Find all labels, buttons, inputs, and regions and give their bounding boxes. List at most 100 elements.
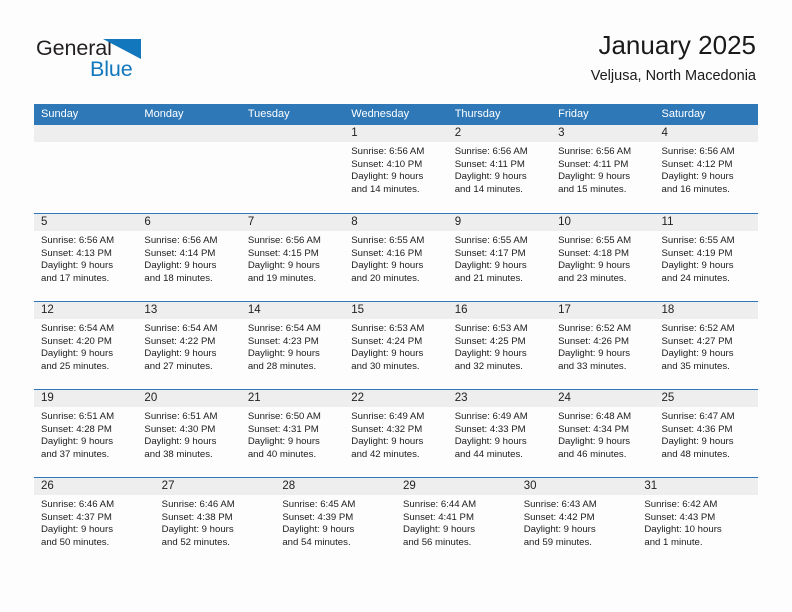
day-info-line: Daylight: 9 hours bbox=[351, 436, 424, 448]
calendar-day-cell[interactable]: 11 Sunrise: 6:55 AM Sunset: 4:19 PM Dayligh… bbox=[654, 214, 758, 301]
day-sun-info: Sunrise: 6:46 AM Sunset: 4:38 PM Daylight:… bbox=[155, 495, 276, 549]
day-number: 5 bbox=[34, 214, 138, 231]
weekday-header-monday: Monday bbox=[144, 108, 184, 120]
day-info-line: Daylight: 9 hours bbox=[661, 260, 734, 272]
calendar-day-cell[interactable]: 12 Sunrise: 6:54 AM Sunset: 4:20 PM Dayligh… bbox=[34, 302, 138, 389]
calendar-day-cell-empty bbox=[240, 125, 345, 213]
day-info-line: Sunrise: 6:56 AM bbox=[454, 146, 528, 157]
calendar-day-cell[interactable]: 17 Sunrise: 6:52 AM Sunset: 4:26 PM Dayligh… bbox=[551, 302, 655, 389]
day-info-line: Daylight: 9 hours bbox=[558, 260, 631, 272]
day-number: 31 bbox=[637, 478, 759, 495]
day-number: 26 bbox=[34, 478, 155, 495]
calendar-day-cell[interactable]: 30 Sunrise: 6:43 AM Sunset: 4:42 PM Dayligh… bbox=[516, 478, 638, 565]
day-sun-info: Sunrise: 6:56 AM Sunset: 4:11 PM Daylight:… bbox=[448, 142, 551, 196]
day-info-line: and 14 minutes. bbox=[351, 183, 420, 195]
day-sun-info: Sunrise: 6:55 AM Sunset: 4:17 PM Daylight:… bbox=[448, 231, 551, 285]
day-info-line: and 15 minutes. bbox=[558, 183, 627, 195]
calendar-day-cell[interactable]: 14 Sunrise: 6:54 AM Sunset: 4:23 PM Dayligh… bbox=[240, 302, 345, 389]
calendar-day-cell[interactable]: 25 Sunrise: 6:47 AM Sunset: 4:36 PM Dayligh… bbox=[654, 390, 758, 477]
day-info-line: Sunset: 4:10 PM bbox=[351, 158, 423, 170]
day-info-line: Sunset: 4:24 PM bbox=[351, 335, 423, 347]
day-info-line: Sunrise: 6:42 AM bbox=[644, 499, 718, 510]
calendar-day-cell[interactable]: 31 Sunrise: 6:42 AM Sunset: 4:43 PM Dayligh… bbox=[637, 478, 759, 565]
day-sun-info: Sunrise: 6:52 AM Sunset: 4:26 PM Daylight:… bbox=[551, 319, 654, 373]
day-info-line: and 40 minutes. bbox=[247, 448, 317, 460]
day-info-line: Sunrise: 6:53 AM bbox=[454, 323, 528, 334]
calendar-day-cell[interactable]: 8 Sunrise: 6:55 AM Sunset: 4:16 PM Daylight… bbox=[344, 214, 448, 301]
day-number: 10 bbox=[551, 214, 655, 231]
day-info-line: and 56 minutes. bbox=[403, 536, 472, 548]
calendar-day-cell[interactable]: 7 Sunrise: 6:56 AM Sunset: 4:15 PM Daylight… bbox=[240, 214, 345, 301]
calendar-day-cell[interactable]: 27 Sunrise: 6:46 AM Sunset: 4:38 PM Dayligh… bbox=[154, 478, 276, 565]
page-title: January 2025 bbox=[598, 30, 756, 60]
day-info-line: Sunrise: 6:56 AM bbox=[247, 235, 321, 246]
day-info-line: Sunrise: 6:44 AM bbox=[403, 499, 477, 510]
day-number bbox=[240, 125, 345, 142]
weekday-header-tuesday: Tuesday bbox=[247, 108, 290, 120]
day-sun-info: Sunrise: 6:55 AM Sunset: 4:16 PM Daylight:… bbox=[344, 231, 447, 285]
day-info-line: Sunrise: 6:55 AM bbox=[351, 235, 425, 246]
day-sun-info: Sunrise: 6:44 AM Sunset: 4:41 PM Daylight:… bbox=[396, 495, 517, 549]
day-sun-info: Sunrise: 6:48 AM Sunset: 4:34 PM Daylight:… bbox=[551, 407, 654, 461]
day-info-line: Sunset: 4:16 PM bbox=[351, 247, 423, 259]
day-info-line: Sunrise: 6:46 AM bbox=[41, 499, 115, 510]
calendar-day-cell[interactable]: 18 Sunrise: 6:52 AM Sunset: 4:27 PM Dayligh… bbox=[654, 302, 758, 389]
day-info-line: and 30 minutes. bbox=[351, 360, 420, 372]
day-info-line: and 21 minutes. bbox=[454, 272, 523, 284]
calendar-day-cell[interactable]: 24 Sunrise: 6:48 AM Sunset: 4:34 PM Dayligh… bbox=[551, 390, 655, 477]
calendar-day-cell[interactable]: 22 Sunrise: 6:49 AM Sunset: 4:32 PM Dayligh… bbox=[344, 390, 448, 477]
day-sun-info: Sunrise: 6:51 AM Sunset: 4:28 PM Daylight:… bbox=[34, 407, 137, 461]
day-number bbox=[137, 125, 241, 142]
calendar-day-cell[interactable]: 13 Sunrise: 6:54 AM Sunset: 4:22 PM Dayligh… bbox=[137, 302, 241, 389]
day-info-line: Sunset: 4:25 PM bbox=[454, 335, 526, 347]
day-info-line: Sunset: 4:17 PM bbox=[454, 247, 526, 259]
weekday-header-sunday: Sunday bbox=[41, 108, 79, 120]
day-number: 19 bbox=[34, 390, 138, 407]
calendar-day-cell-empty bbox=[34, 125, 138, 213]
day-info-line: Sunrise: 6:56 AM bbox=[558, 146, 632, 157]
day-sun-info: Sunrise: 6:54 AM Sunset: 4:20 PM Daylight:… bbox=[34, 319, 137, 373]
day-info-line: Daylight: 9 hours bbox=[41, 436, 113, 448]
calendar-week-row: 5 Sunrise: 6:56 AM Sunset: 4:13 PM Daylight… bbox=[34, 213, 758, 301]
calendar-day-cell[interactable]: 26 Sunrise: 6:46 AM Sunset: 4:37 PM Dayligh… bbox=[34, 478, 155, 565]
day-info-line: and 24 minutes. bbox=[661, 272, 730, 284]
calendar-day-cell[interactable]: 23 Sunrise: 6:49 AM Sunset: 4:33 PM Dayligh… bbox=[447, 390, 552, 477]
day-number bbox=[34, 125, 138, 142]
day-number: 12 bbox=[34, 302, 138, 319]
calendar-day-cell[interactable]: 6 Sunrise: 6:56 AM Sunset: 4:14 PM Daylight… bbox=[137, 214, 241, 301]
day-number: 18 bbox=[654, 302, 758, 319]
day-info-line: Sunset: 4:12 PM bbox=[661, 158, 733, 170]
calendar-day-cell[interactable]: 15 Sunrise: 6:53 AM Sunset: 4:24 PM Dayligh… bbox=[344, 302, 448, 389]
day-sun-info: Sunrise: 6:55 AM Sunset: 4:19 PM Daylight:… bbox=[655, 231, 758, 285]
day-info-line: Sunset: 4:43 PM bbox=[644, 511, 716, 523]
calendar-day-cell[interactable]: 3 Sunrise: 6:56 AM Sunset: 4:11 PM Daylight… bbox=[551, 125, 655, 213]
generalblue-logo[interactable]: General Blue bbox=[36, 36, 236, 84]
day-sun-info: Sunrise: 6:49 AM Sunset: 4:33 PM Daylight:… bbox=[448, 407, 551, 461]
calendar-day-cell[interactable]: 9 Sunrise: 6:55 AM Sunset: 4:17 PM Daylight… bbox=[447, 214, 552, 301]
day-sun-info: Sunrise: 6:56 AM Sunset: 4:13 PM Daylight:… bbox=[34, 231, 137, 285]
day-sun-info: Sunrise: 6:47 AM Sunset: 4:36 PM Daylight:… bbox=[655, 407, 758, 461]
calendar-day-cell[interactable]: 4 Sunrise: 6:56 AM Sunset: 4:12 PM Daylight… bbox=[654, 125, 758, 213]
calendar-day-cell[interactable]: 16 Sunrise: 6:53 AM Sunset: 4:25 PM Dayligh… bbox=[447, 302, 552, 389]
day-info-line: and 33 minutes. bbox=[558, 360, 627, 372]
calendar-day-cell[interactable]: 29 Sunrise: 6:44 AM Sunset: 4:41 PM Dayligh… bbox=[396, 478, 517, 565]
calendar-day-cell[interactable]: 20 Sunrise: 6:51 AM Sunset: 4:30 PM Dayligh… bbox=[137, 390, 241, 477]
calendar-day-cell[interactable]: 2 Sunrise: 6:56 AM Sunset: 4:11 PM Daylight… bbox=[447, 125, 552, 213]
calendar-day-cell[interactable]: 21 Sunrise: 6:50 AM Sunset: 4:31 PM Dayligh… bbox=[240, 390, 345, 477]
day-number: 30 bbox=[516, 478, 638, 495]
calendar-day-cell[interactable]: 28 Sunrise: 6:45 AM Sunset: 4:39 PM Dayligh… bbox=[275, 478, 397, 565]
day-info-line: Sunrise: 6:54 AM bbox=[144, 323, 218, 334]
logo-text-blue: Blue bbox=[90, 57, 133, 81]
calendar-day-cell[interactable]: 19 Sunrise: 6:51 AM Sunset: 4:28 PM Dayligh… bbox=[34, 390, 138, 477]
day-info-line: Daylight: 9 hours bbox=[558, 171, 631, 183]
day-info-line: and 32 minutes. bbox=[454, 360, 523, 372]
day-info-line: Sunset: 4:27 PM bbox=[661, 335, 733, 347]
calendar-day-cell[interactable]: 5 Sunrise: 6:56 AM Sunset: 4:13 PM Daylight… bbox=[34, 214, 138, 301]
page-subtitle-location: Veljusa, North Macedonia bbox=[590, 68, 756, 84]
day-info-line: Sunrise: 6:45 AM bbox=[282, 499, 356, 510]
day-info-line: Daylight: 9 hours bbox=[454, 171, 527, 183]
day-sun-info: Sunrise: 6:54 AM Sunset: 4:23 PM Daylight:… bbox=[241, 319, 344, 373]
calendar-day-cell[interactable]: 10 Sunrise: 6:55 AM Sunset: 4:18 PM Dayligh… bbox=[551, 214, 655, 301]
calendar-week-row: 1 Sunrise: 6:56 AM Sunset: 4:10 PM Daylight… bbox=[34, 125, 758, 213]
calendar-day-cell[interactable]: 1 Sunrise: 6:56 AM Sunset: 4:10 PM Daylight… bbox=[344, 125, 448, 213]
